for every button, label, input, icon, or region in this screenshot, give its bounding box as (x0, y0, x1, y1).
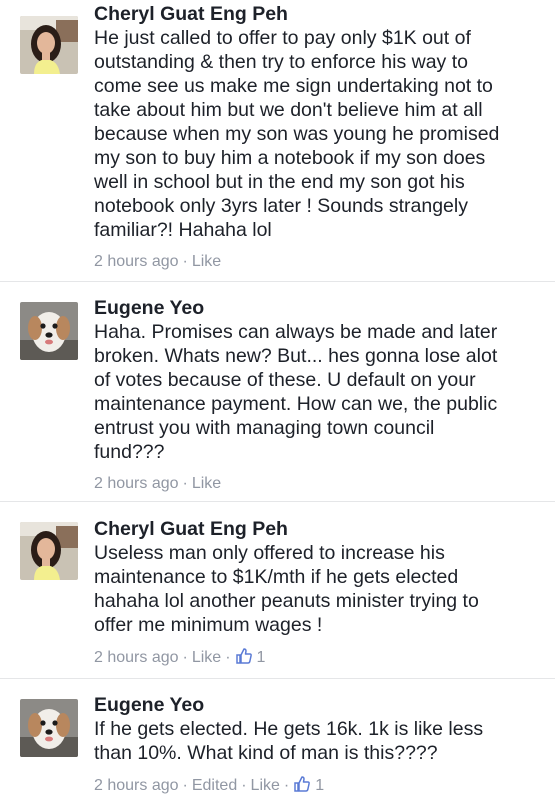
comment-text-line: Useless man only offered to increase his (94, 542, 445, 564)
comment-text-line: familiar?! Hahaha lol (94, 219, 272, 241)
comment-text-line: maintenance payment. How can we, the pub… (94, 393, 498, 415)
dog-icon (20, 302, 78, 360)
like-count-number: 1 (256, 649, 266, 666)
timestamp[interactable]: 2 hours ago (94, 649, 179, 666)
comment-text-line: well in school but in the end my son got… (94, 171, 465, 193)
comment-text-line: Haha. Promises can always be made and la… (94, 321, 498, 343)
separator: · (182, 649, 188, 666)
comment-item: Cheryl Guat Eng Peh Useless man only off… (0, 502, 555, 679)
like-count[interactable]: 1 (293, 776, 325, 794)
comment-text-line: come see us make me sign undertaking not… (94, 75, 493, 97)
like-link[interactable]: Like (192, 253, 221, 270)
like-link[interactable]: Like (192, 475, 221, 492)
comment-meta: 2 hours ago · Like (94, 474, 545, 494)
separator: · (182, 253, 188, 270)
comment-text-line: He just called to offer to pay only $1K … (94, 27, 471, 49)
comment-text-line: than 10%. What kind of man is this???? (94, 742, 438, 764)
comment-text-line: fund??? (94, 441, 165, 463)
avatar[interactable] (20, 302, 78, 360)
comment-text: Useless man only offered to increase his… (94, 541, 545, 637)
comment-author[interactable]: Eugene Yeo (94, 693, 545, 717)
comment-text-line: maintenance to $1K/mth if he gets electe… (94, 566, 459, 588)
comment-text-line: of votes because of these. U default on … (94, 369, 476, 391)
timestamp[interactable]: 2 hours ago (94, 253, 179, 270)
like-count-number: 1 (315, 777, 325, 794)
separator: · (283, 777, 290, 794)
comment-text: Haha. Promises can always be made and la… (94, 320, 545, 464)
avatar[interactable] (20, 522, 78, 580)
like-link[interactable]: Like (251, 777, 280, 794)
woman-portrait-icon (20, 522, 78, 580)
comment-text-line: my son to buy him a notebook if my son d… (94, 147, 486, 169)
comment-text-line: If he gets elected. He gets 16k. 1k is l… (94, 718, 484, 740)
comment-text-line: notebook only 3yrs later ! Sounds strang… (94, 195, 468, 217)
comment-text-line: take about him but we don't believe him … (94, 99, 483, 121)
comment-author[interactable]: Cheryl Guat Eng Peh (94, 517, 545, 541)
thumbs-up-icon (235, 648, 252, 664)
comment-item: Eugene Yeo Haha. Promises can always be … (0, 282, 555, 502)
comment-author[interactable]: Eugene Yeo (94, 296, 545, 320)
avatar[interactable] (20, 16, 78, 74)
separator: · (182, 475, 188, 492)
avatar[interactable] (20, 699, 78, 757)
comment-item: Eugene Yeo If he gets elected. He gets 1… (0, 679, 555, 800)
thumbs-up-icon (294, 776, 311, 792)
comment-meta: 2 hours ago · Like (94, 252, 545, 272)
comment-text-line: hahaha lol another peanuts minister tryi… (94, 590, 479, 612)
comment-author[interactable]: Cheryl Guat Eng Peh (94, 2, 545, 26)
comment-meta: 2 hours ago · Edited · Like · 1 (94, 775, 545, 796)
comment-meta: 2 hours ago · Like · 1 (94, 647, 545, 668)
comment-item: Cheryl Guat Eng Peh He just called to of… (0, 0, 555, 282)
comment-text: If he gets elected. He gets 16k. 1k is l… (94, 717, 545, 765)
edited-label[interactable]: Edited (192, 777, 237, 794)
comment-text-line: broken. Whats new? But... hes gonna lose… (94, 345, 498, 367)
dog-icon (20, 699, 78, 757)
comment-text-line: because when my son was young he promise… (94, 123, 500, 145)
separator: · (225, 649, 231, 666)
timestamp[interactable]: 2 hours ago (94, 475, 179, 492)
like-link[interactable]: Like (192, 649, 221, 666)
comment-text-line: entrust you with managing town council (94, 417, 435, 439)
comment-text-line: offer me minimum wages ! (94, 614, 323, 636)
comment-text-line: outstanding & then try to enforce his wa… (94, 51, 468, 73)
like-count[interactable]: 1 (235, 648, 266, 666)
separator: · (241, 777, 247, 794)
separator: · (182, 777, 188, 794)
comment-text: He just called to offer to pay only $1K … (94, 26, 545, 242)
timestamp[interactable]: 2 hours ago (94, 777, 179, 794)
woman-portrait-icon (20, 16, 78, 74)
